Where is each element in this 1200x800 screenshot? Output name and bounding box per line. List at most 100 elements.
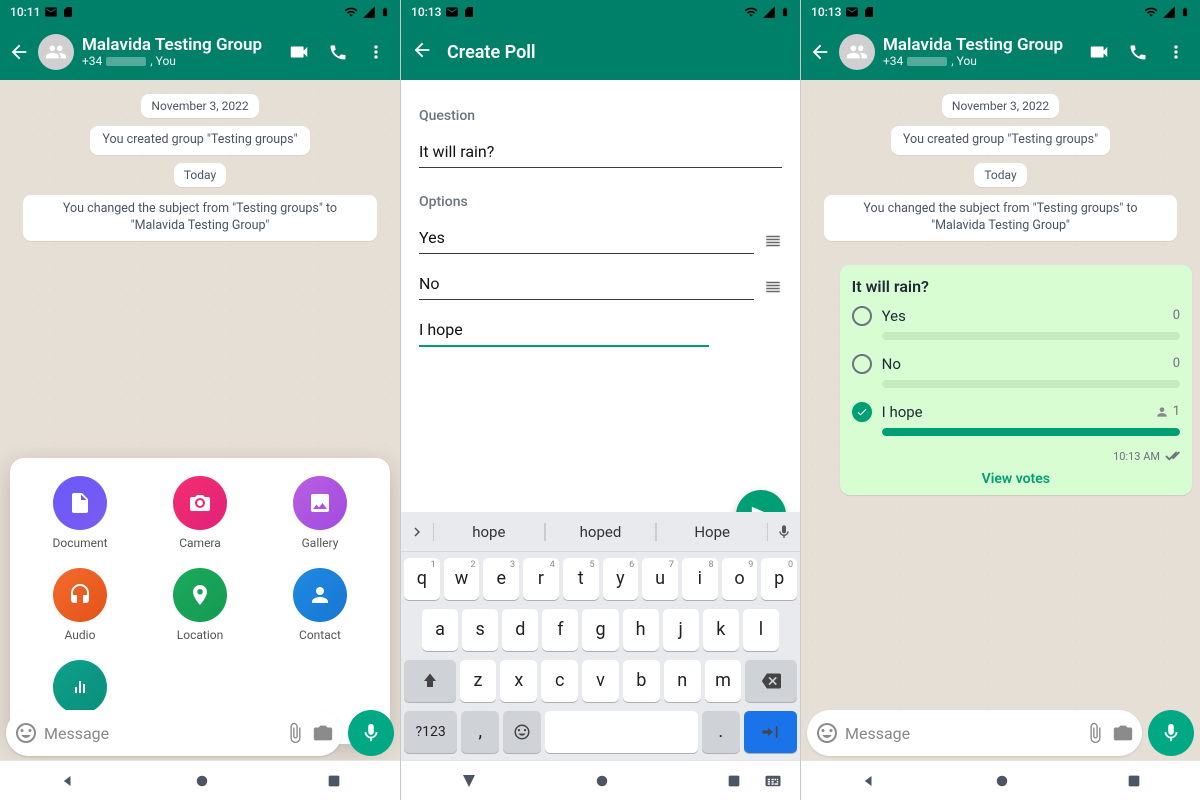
attach-location[interactable]: Location (140, 568, 260, 642)
nav-back-icon[interactable] (859, 771, 879, 791)
camera-input-icon[interactable] (312, 722, 334, 744)
key-symbols[interactable]: ?123 (404, 711, 457, 753)
back-button[interactable] (409, 35, 439, 69)
key-backspace[interactable] (745, 660, 797, 702)
attach-camera[interactable]: Camera (140, 476, 260, 550)
wifi-icon (1144, 5, 1158, 19)
voice-input-icon[interactable] (768, 524, 800, 540)
key-n[interactable]: n (664, 660, 701, 702)
nav-home-icon[interactable] (595, 774, 609, 788)
key-f[interactable]: f (542, 609, 578, 651)
more-icon[interactable] (366, 42, 386, 62)
key-p[interactable]: p0 (761, 558, 797, 600)
chat-area: November 3, 2022 You created group "Test… (801, 80, 1200, 800)
video-call-icon[interactable] (1088, 41, 1110, 63)
message-input[interactable] (44, 724, 278, 743)
key-g[interactable]: g (582, 609, 618, 651)
suggestion-expand-icon[interactable] (401, 523, 433, 541)
back-icon[interactable] (8, 41, 30, 63)
key-k[interactable]: k (703, 609, 739, 651)
nav-home-icon[interactable] (195, 774, 209, 788)
key-j[interactable]: j (663, 609, 699, 651)
key-shift[interactable] (404, 660, 456, 702)
nav-back-icon[interactable] (58, 771, 78, 791)
key-u[interactable]: u7 (642, 558, 678, 600)
group-avatar[interactable] (38, 34, 74, 70)
message-meta: 10:13 AM (852, 450, 1180, 463)
emoji-icon[interactable] (815, 721, 839, 745)
key-b[interactable]: b (623, 660, 660, 702)
suggestion-1[interactable]: hope (433, 523, 545, 541)
drag-handle-icon[interactable] (764, 278, 782, 300)
message-input[interactable] (845, 724, 1078, 743)
nav-recent-icon[interactable] (1126, 773, 1142, 789)
nav-recent-icon[interactable] (326, 773, 342, 789)
mic-button[interactable] (348, 710, 394, 756)
voice-call-icon[interactable] (1128, 42, 1148, 62)
attach-icon[interactable] (284, 722, 306, 744)
key-period[interactable]: . (702, 711, 740, 753)
poll-option-1[interactable]: Yes 0 (852, 306, 1180, 340)
nav-recent-icon[interactable] (726, 773, 742, 789)
more-icon[interactable] (1166, 42, 1186, 62)
camera-input-icon[interactable] (1112, 722, 1134, 744)
question-input[interactable] (419, 134, 782, 168)
suggestion-2[interactable]: hoped (545, 523, 657, 541)
key-c[interactable]: c (541, 660, 578, 702)
view-votes-button[interactable]: View votes (852, 471, 1180, 487)
gallery-icon (308, 491, 332, 515)
drag-handle-icon[interactable] (764, 232, 782, 254)
attach-audio[interactable]: Audio (20, 568, 140, 642)
poll-option-3[interactable]: I hope 1 (852, 402, 1180, 436)
option-input-2[interactable] (419, 266, 754, 300)
key-a[interactable]: a (422, 609, 458, 651)
key-x[interactable]: x (500, 660, 537, 702)
key-i[interactable]: i8 (682, 558, 718, 600)
key-s[interactable]: s (462, 609, 498, 651)
suggestion-3[interactable]: Hope (656, 523, 768, 541)
chat-title-block[interactable]: Malavida Testing Group +34, You (82, 36, 280, 68)
key-t[interactable]: t5 (563, 558, 599, 600)
key-o[interactable]: o9 (722, 558, 758, 600)
gmail-icon (845, 5, 859, 19)
group-avatar[interactable] (839, 34, 875, 70)
gmail-icon (445, 5, 459, 19)
nav-home-icon[interactable] (995, 774, 1009, 788)
sd-icon (463, 6, 475, 18)
key-z[interactable]: z (460, 660, 497, 702)
nav-back-icon[interactable] (460, 772, 478, 790)
video-call-icon[interactable] (288, 41, 310, 63)
key-m[interactable]: m (705, 660, 742, 702)
attach-gallery[interactable]: Gallery (260, 476, 380, 550)
back-icon[interactable] (809, 41, 831, 63)
key-enter[interactable] (744, 711, 797, 753)
attach-contact[interactable]: Contact (260, 568, 380, 642)
chat-title-block[interactable]: Malavida Testing Group +34, You (883, 36, 1080, 68)
chat-header: Malavida Testing Group +34, You (801, 24, 1200, 80)
attach-icon[interactable] (1084, 722, 1106, 744)
key-emoji[interactable] (503, 711, 541, 753)
key-h[interactable]: h (623, 609, 659, 651)
option-input-3[interactable] (419, 312, 709, 347)
key-q[interactable]: q1 (404, 558, 440, 600)
key-y[interactable]: y6 (603, 558, 639, 600)
mic-button[interactable] (1148, 710, 1194, 756)
chat-header: Malavida Testing Group +34, You (0, 24, 400, 80)
key-comma[interactable]: , (461, 711, 499, 753)
battery-icon (380, 5, 390, 19)
system-message: You created group "Testing groups" (90, 126, 309, 155)
voice-call-icon[interactable] (328, 42, 348, 62)
option-input-1[interactable] (419, 220, 754, 254)
poll-option-2[interactable]: No 0 (852, 354, 1180, 388)
key-w[interactable]: w2 (444, 558, 480, 600)
key-space[interactable] (545, 711, 697, 753)
emoji-icon[interactable] (14, 721, 38, 745)
attach-document[interactable]: Document (20, 476, 140, 550)
keyboard-switch-icon[interactable] (764, 772, 782, 790)
key-l[interactable]: l (743, 609, 779, 651)
key-v[interactable]: v (582, 660, 619, 702)
key-d[interactable]: d (502, 609, 538, 651)
status-bar: 10:13 (401, 0, 800, 24)
key-e[interactable]: e3 (483, 558, 519, 600)
key-r[interactable]: r4 (523, 558, 559, 600)
